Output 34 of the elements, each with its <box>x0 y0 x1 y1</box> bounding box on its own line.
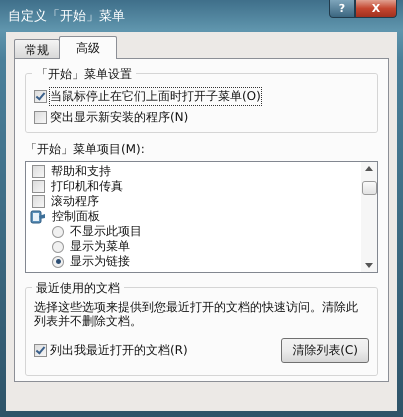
list-item[interactable]: 打印机和传真 <box>51 178 123 195</box>
checkbox-label: 当鼠标停止在它们上面时打开子菜单(O) <box>50 88 261 105</box>
checkbox[interactable] <box>34 344 47 357</box>
group-title: 「开始」菜单设置 <box>32 66 136 83</box>
radio-label[interactable]: 显示为菜单 <box>70 238 130 255</box>
control-panel-icon <box>30 208 46 224</box>
scroll-thumb[interactable] <box>362 181 376 195</box>
list-label: 「开始」菜单项目(M): <box>25 141 146 158</box>
checkbox[interactable] <box>32 180 45 193</box>
checkbox-label: 列出我最近打开的文档(R) <box>50 342 188 359</box>
radio-button[interactable] <box>52 240 64 252</box>
tab[interactable]: 常规 <box>14 39 60 58</box>
list-item[interactable]: 滚动程序 <box>51 193 99 210</box>
radio-button[interactable] <box>52 226 64 238</box>
checkbox[interactable] <box>34 111 47 124</box>
scroll-down-icon[interactable] <box>365 263 373 268</box>
checkbox[interactable] <box>32 195 45 208</box>
checkbox[interactable] <box>34 90 47 103</box>
checkbox[interactable] <box>32 165 45 178</box>
help-button[interactable]: ? <box>329 0 355 18</box>
description-text: 选择这些选项来提供到您最近打开的文档的快速访问。清除此列表并不删除文档。 <box>34 300 359 328</box>
radio-button[interactable] <box>52 256 64 268</box>
radio-label[interactable]: 显示为链接 <box>70 253 130 270</box>
close-button[interactable]: X <box>355 0 397 18</box>
tab[interactable]: 高级 <box>59 36 117 59</box>
checkbox-label: 突出显示新安装的程序(N) <box>50 109 188 126</box>
scrollbar[interactable] <box>361 162 377 272</box>
list-item[interactable]: 帮助和支持 <box>51 163 111 180</box>
window-title: 自定义「开始」菜单 <box>7 8 125 25</box>
scroll-up-icon[interactable] <box>365 166 373 171</box>
clear-list-button[interactable]: 清除列表(C) <box>281 338 369 363</box>
group-title: 最近使用的文档 <box>32 280 124 297</box>
list-item[interactable]: 控制面板 <box>52 208 100 225</box>
radio-label[interactable]: 不显示此项目 <box>70 223 142 240</box>
